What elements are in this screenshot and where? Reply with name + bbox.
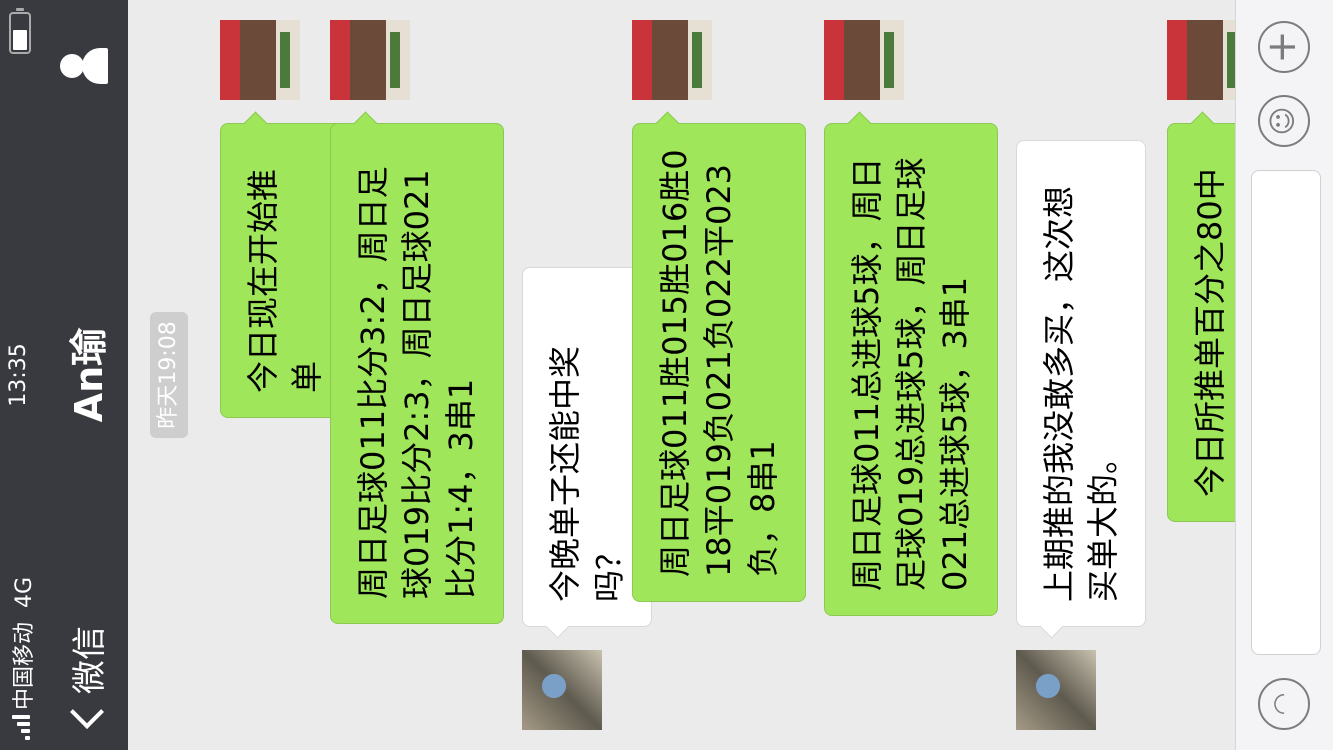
phone-screen: 中国移动 4G 13:35 微信 An瑜 昨天19:08 今日现在开始推单 周日… bbox=[0, 0, 1333, 750]
avatar-self[interactable] bbox=[330, 20, 410, 100]
chat-title: An瑜 bbox=[67, 327, 111, 423]
message-bubble-sent[interactable]: 周日足球011总进球5球，周日足球019总进球5球，周日足球021总进球5球，3… bbox=[824, 123, 998, 616]
clock: 13:35 bbox=[6, 343, 31, 407]
message-bubble-sent[interactable]: 周日足球011胜015胜016胜018平019负021负022平023负，8串1 bbox=[632, 123, 806, 602]
message-input[interactable] bbox=[1251, 170, 1321, 655]
avatar-self[interactable] bbox=[632, 20, 712, 100]
voice-wifi-icon[interactable]: ◠ bbox=[1258, 678, 1310, 730]
message-bubble-sent[interactable]: 周日足球011比分3:2，周日足球019比分2:3，周日足球021比分1:4，3… bbox=[330, 123, 504, 624]
avatar-self[interactable] bbox=[220, 20, 300, 100]
avatar-contact[interactable] bbox=[1016, 650, 1096, 730]
status-bar: 中国移动 4G 13:35 bbox=[0, 0, 40, 750]
nav-bar: 微信 An瑜 bbox=[40, 0, 128, 750]
input-bar: ◠ ☺ + bbox=[1235, 0, 1333, 750]
header: 中国移动 4G 13:35 微信 An瑜 bbox=[0, 0, 128, 750]
avatar-self[interactable] bbox=[824, 20, 904, 100]
timestamp: 昨天19:08 bbox=[150, 312, 188, 438]
battery-icon bbox=[9, 12, 31, 54]
message-bubble-received[interactable]: 上期推的我没敢多买，这次想买单大的。 bbox=[1016, 140, 1146, 627]
emoji-icon[interactable]: ☺ bbox=[1258, 95, 1310, 147]
person-icon[interactable] bbox=[60, 46, 108, 86]
plus-icon[interactable]: + bbox=[1258, 21, 1310, 73]
avatar-contact[interactable] bbox=[522, 650, 602, 730]
